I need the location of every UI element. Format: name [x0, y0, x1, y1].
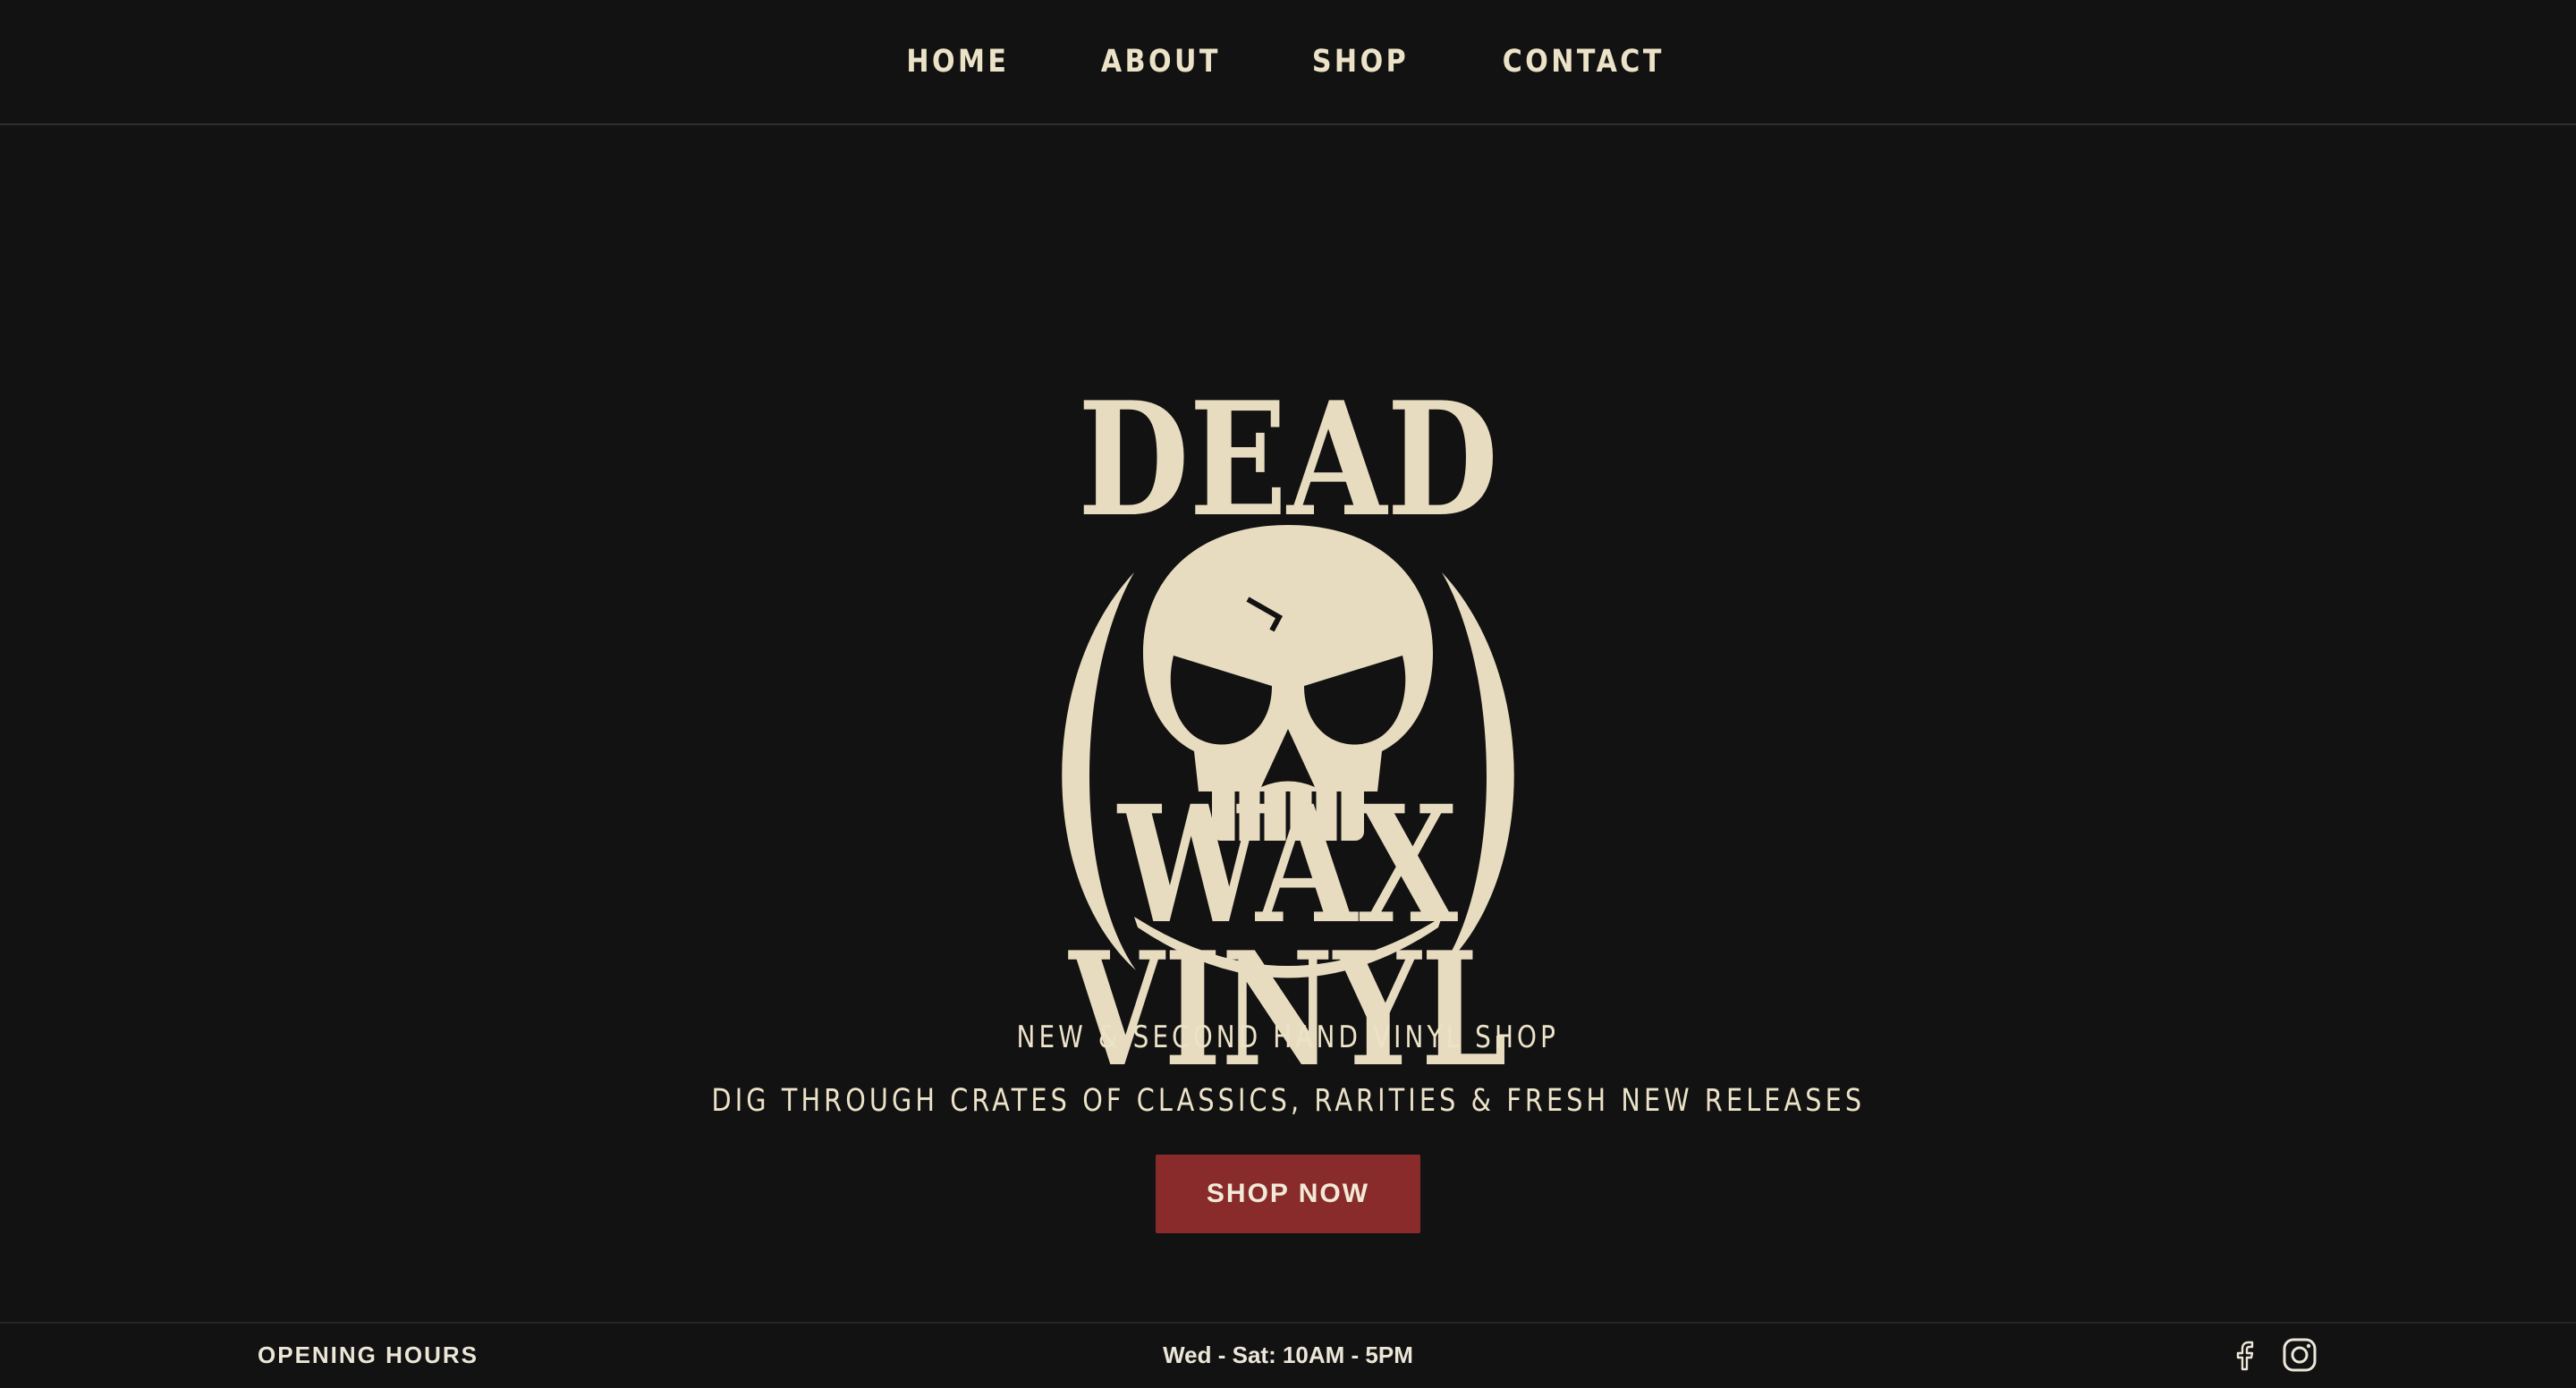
- dead-wax-vinyl-logo: DEAD WAX VINYL: [1020, 255, 1556, 1096]
- opening-hours-value: Wed - Sat: 10AM - 5PM: [1163, 1341, 1413, 1368]
- nav-link-home[interactable]: HOME: [906, 44, 1009, 80]
- nav-item-home: HOME: [898, 44, 1018, 80]
- nav-item-shop: SHOP: [1304, 44, 1417, 80]
- logo-word-vinyl: VINYL: [1067, 918, 1507, 1096]
- instagram-icon: [2283, 1338, 2317, 1372]
- footer-bar: OPENING HOURS Wed - Sat: 10AM - 5PM: [0, 1322, 2576, 1388]
- nav-item-about: ABOUT: [1091, 44, 1231, 80]
- nav-link-shop[interactable]: SHOP: [1311, 44, 1408, 80]
- tagline-secondary: DIG THROUGH CRATES OF CLASSICS, RARITIES…: [0, 1083, 2576, 1119]
- nav-link-about[interactable]: ABOUT: [1101, 44, 1221, 80]
- facebook-icon: [2236, 1341, 2254, 1371]
- nav-item-contact: CONTACT: [1489, 44, 1678, 80]
- shop-now-button[interactable]: SHOP NOW: [1156, 1155, 1420, 1233]
- hero-section: DEAD WAX VINYL NEW & SECOND HAND VINYL S…: [0, 125, 2576, 1322]
- tagline-primary-text: NEW & SECOND HAND VINYL SHOP: [1016, 1020, 1560, 1055]
- facebook-link[interactable]: [2227, 1336, 2263, 1374]
- tagline-secondary-text: DIG THROUGH CRATES OF CLASSICS, RARITIES…: [711, 1083, 1865, 1119]
- top-navigation: HOME ABOUT SHOP CONTACT: [0, 0, 2576, 125]
- tagline-primary: NEW & SECOND HAND VINYL SHOP: [0, 1020, 2576, 1055]
- nav-link-contact[interactable]: CONTACT: [1503, 44, 1665, 80]
- nav-list: HOME ABOUT SHOP CONTACT: [0, 0, 2576, 123]
- logo-artwork: DEAD WAX VINYL: [1062, 368, 1514, 1096]
- instagram-link[interactable]: [2282, 1336, 2318, 1374]
- logo-word-dead: DEAD: [1078, 368, 1498, 552]
